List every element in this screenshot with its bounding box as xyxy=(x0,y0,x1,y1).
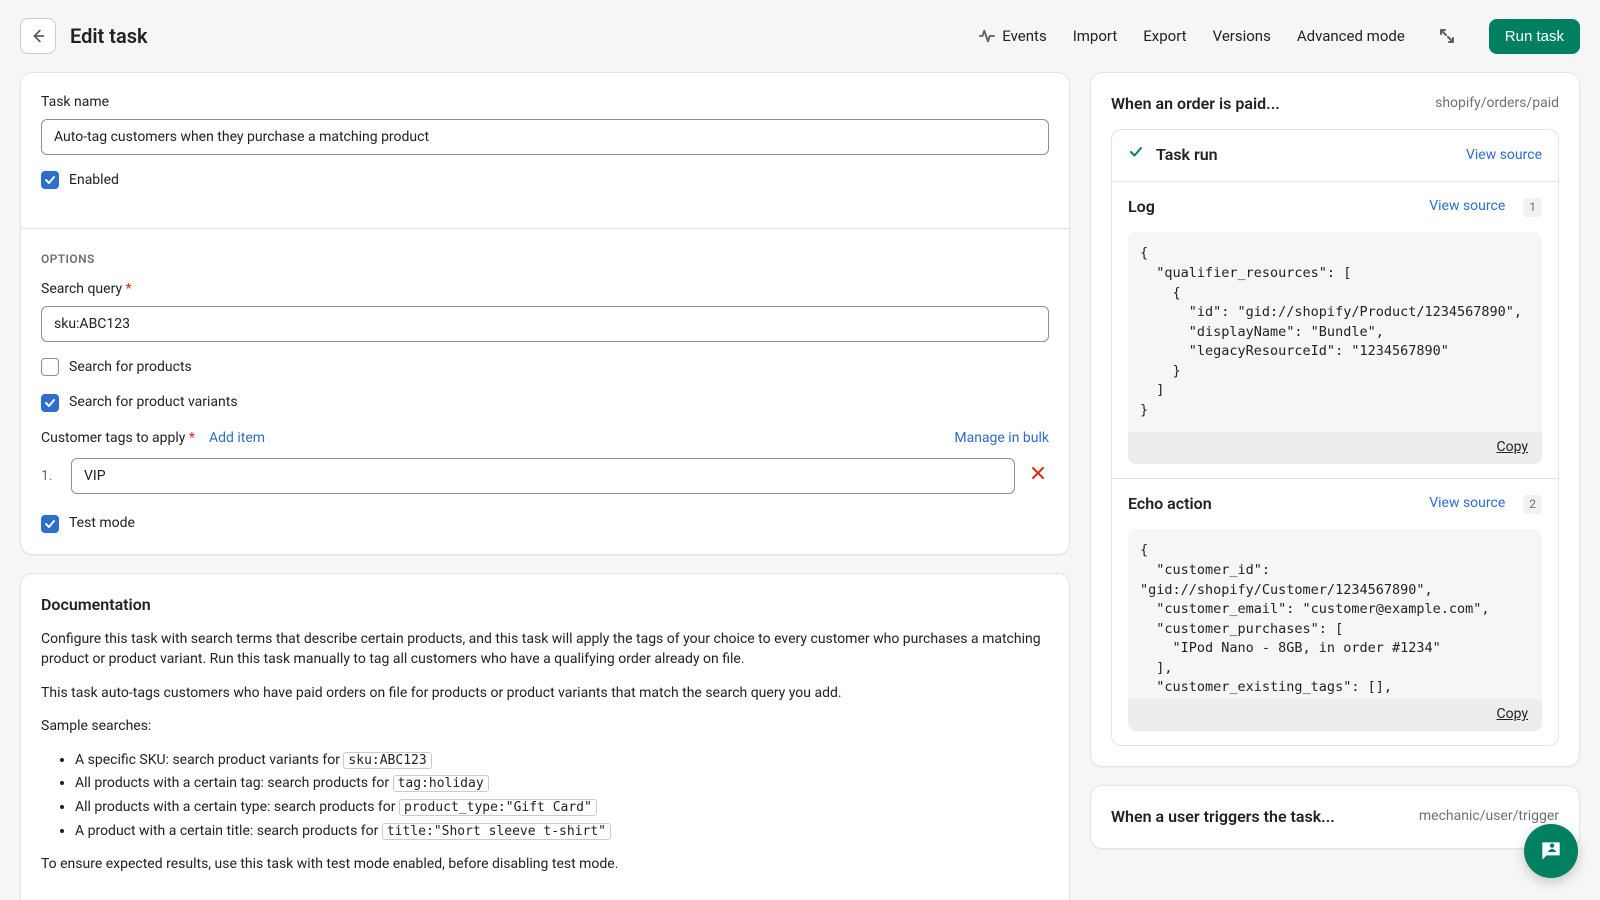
task-name-input[interactable] xyxy=(41,119,1049,155)
versions-link[interactable]: Versions xyxy=(1213,26,1271,47)
copy-button[interactable]: Copy xyxy=(1496,438,1528,458)
chat-icon xyxy=(1538,838,1564,864)
success-icon xyxy=(1128,144,1144,167)
arrow-left-icon xyxy=(29,27,47,45)
step-number: 1 xyxy=(1523,198,1542,217)
back-button[interactable] xyxy=(20,18,56,54)
doc-paragraph: This task auto-tags customers who have p… xyxy=(41,684,1049,704)
remove-tag-button[interactable] xyxy=(1027,464,1049,488)
tag-index: 1. xyxy=(41,467,59,487)
doc-sample: A product with a certain title: search p… xyxy=(75,822,1049,842)
export-link[interactable]: Export xyxy=(1143,26,1186,47)
events-link[interactable]: Events xyxy=(978,26,1046,47)
view-source-link[interactable]: View source xyxy=(1429,494,1505,514)
doc-paragraph: To ensure expected results, use this tas… xyxy=(41,855,1049,875)
task-name-label: Task name xyxy=(41,93,1049,113)
doc-paragraph: Sample searches: xyxy=(41,717,1049,737)
import-link[interactable]: Import xyxy=(1073,26,1118,47)
copy-button[interactable]: Copy xyxy=(1496,705,1528,725)
doc-sample: All products with a certain type: search… xyxy=(75,798,1049,818)
page-title: Edit task xyxy=(70,22,148,50)
fullscreen-button[interactable] xyxy=(1431,20,1463,52)
tag-input[interactable] xyxy=(71,458,1015,494)
doc-sample: All products with a certain tag: search … xyxy=(75,774,1049,794)
view-source-link[interactable]: View source xyxy=(1466,146,1542,166)
activity-icon xyxy=(978,27,996,45)
search-query-label: Search query * xyxy=(41,280,1049,300)
echo-title: Echo action xyxy=(1128,493,1419,515)
doc-sample: A specific SKU: search product variants … xyxy=(75,751,1049,771)
test-mode-checkbox[interactable] xyxy=(41,515,59,533)
search-variants-checkbox[interactable] xyxy=(41,394,59,412)
enabled-label: Enabled xyxy=(69,171,119,191)
options-heading: OPTIONS xyxy=(41,251,1049,268)
advanced-mode-link[interactable]: Advanced mode xyxy=(1297,26,1405,47)
search-query-input[interactable] xyxy=(41,306,1049,342)
customer-tags-label: Customer tags to apply * xyxy=(41,429,195,449)
event-card: When an order is paid... shopify/orders/… xyxy=(1090,72,1580,767)
expand-icon xyxy=(1437,26,1457,46)
doc-paragraph: Configure this task with search terms th… xyxy=(41,630,1049,669)
documentation-heading: Documentation xyxy=(41,594,1049,616)
search-products-checkbox[interactable] xyxy=(41,358,59,376)
manage-bulk-link[interactable]: Manage in bulk xyxy=(954,429,1049,449)
search-products-label: Search for products xyxy=(69,358,192,378)
check-icon xyxy=(44,174,56,186)
run-task-button[interactable]: Run task xyxy=(1489,19,1580,54)
add-item-link[interactable]: Add item xyxy=(209,429,265,449)
close-icon xyxy=(1031,466,1045,480)
test-mode-label: Test mode xyxy=(69,514,135,534)
search-variants-label: Search for product variants xyxy=(69,393,238,413)
view-source-link[interactable]: View source xyxy=(1429,197,1505,217)
events-label: Events xyxy=(1002,26,1046,47)
chat-button[interactable] xyxy=(1524,824,1578,878)
event-title: When a user triggers the task... xyxy=(1111,806,1335,828)
check-icon xyxy=(44,518,56,530)
task-run-title: Task run xyxy=(1156,144,1454,166)
step-number: 2 xyxy=(1523,495,1542,514)
event-topic: shopify/orders/paid xyxy=(1435,94,1559,114)
tag-list-item: 1. xyxy=(41,458,1049,494)
event-title: When an order is paid... xyxy=(1111,93,1280,115)
enabled-checkbox[interactable] xyxy=(41,171,59,189)
log-title: Log xyxy=(1128,196,1419,218)
event-topic: mechanic/user/trigger xyxy=(1419,807,1559,827)
documentation-card: Documentation Configure this task with s… xyxy=(20,573,1070,900)
event-card: When a user triggers the task... mechani… xyxy=(1090,785,1580,849)
check-icon xyxy=(44,397,56,409)
log-code: { "qualifier_resources": [ { "id": "gid:… xyxy=(1128,232,1542,432)
echo-code: { "customer_id": "gid://shopify/Customer… xyxy=(1128,529,1542,699)
